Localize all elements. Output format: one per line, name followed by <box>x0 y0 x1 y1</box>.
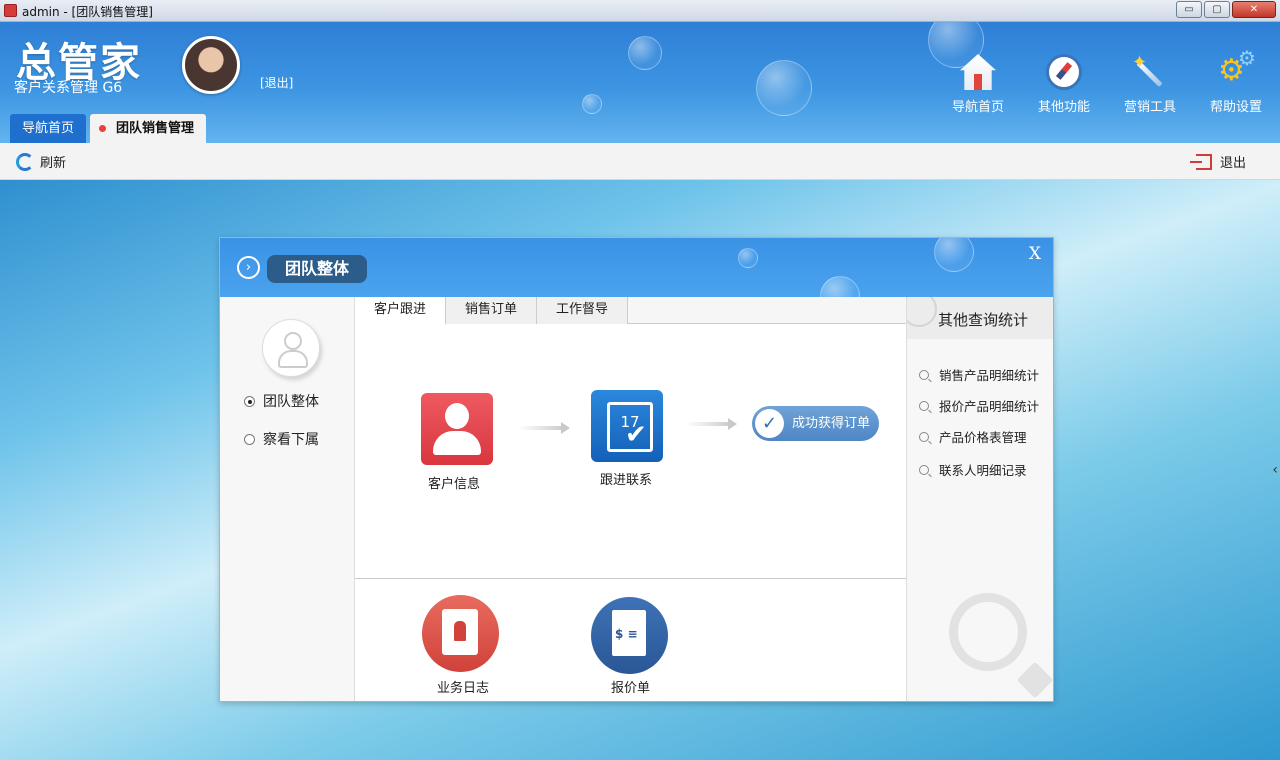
query-item-label: 产品价格表管理 <box>939 430 1027 445</box>
query-item-label: 销售产品明细统计 <box>939 368 1040 383</box>
view-selector-panel: 团队整体 察看下属 <box>220 297 355 701</box>
quotation-icon[interactable] <box>591 597 668 674</box>
quotation-label[interactable]: 报价单 <box>611 677 650 696</box>
compass-icon <box>1046 54 1082 90</box>
gear-icon <box>1218 48 1256 90</box>
user-avatar[interactable] <box>182 36 240 94</box>
nav-home-label: 导航首页 <box>951 100 1004 115</box>
arrow-right-icon <box>685 418 737 430</box>
page-tabs: 导航首页 团队销售管理 <box>10 114 207 143</box>
active-tab-dot-icon <box>99 125 107 132</box>
decorative-bubble <box>934 238 974 272</box>
refresh-label: 刷新 <box>40 156 67 171</box>
business-log-label[interactable]: 业务日志 <box>437 677 489 696</box>
magnifier-watermark-icon <box>949 593 1027 671</box>
order-success-badge[interactable]: ✓ 成功获得订单 <box>752 406 879 441</box>
customer-info-icon[interactable] <box>421 393 493 465</box>
follow-up-contact-label[interactable]: 跟进联系 <box>600 469 652 488</box>
checkmark-icon: ✓ <box>755 409 784 438</box>
dialog-close-button[interactable]: X <box>1029 244 1041 264</box>
query-item-price-list[interactable]: 产品价格表管理 <box>919 427 1027 446</box>
logout-link[interactable]: [退出] <box>260 74 293 91</box>
nav-help-settings-button[interactable]: 帮助设置 <box>1208 48 1264 115</box>
exit-label: 退出 <box>1219 156 1246 171</box>
window-title: admin - [团队销售管理] <box>22 5 153 19</box>
dialog-title: 团队整体 <box>267 255 368 283</box>
nav-other-functions-button[interactable]: 其他功能 <box>1036 54 1092 115</box>
arrow-right-icon <box>518 422 570 434</box>
refresh-button[interactable]: 刷新 <box>16 152 66 171</box>
radio-view-subordinates[interactable]: 察看下属 <box>244 429 319 449</box>
tab-work-supervision[interactable]: 工作督导 <box>537 297 629 324</box>
query-item-label: 报价产品明细统计 <box>939 399 1040 414</box>
maximize-button[interactable]: ▢ <box>1204 1 1230 18</box>
team-overview-dialog: › 团队整体 X 团队整体 察看下属 客户跟进 销售订单 工作督导 客户信息 跟… <box>219 237 1054 702</box>
search-icon <box>919 400 929 411</box>
refresh-icon <box>16 152 34 171</box>
window-titlebar: admin - [团队销售管理] ▭ ▢ ✕ <box>0 0 1280 22</box>
tab-team-sales-label: 团队销售管理 <box>116 121 195 136</box>
pencil-icon <box>907 297 937 327</box>
home-icon <box>960 54 996 90</box>
tab-sales-orders[interactable]: 销售订单 <box>446 297 538 324</box>
search-icon <box>919 369 929 380</box>
query-item-contact-records[interactable]: 联系人明细记录 <box>919 460 1027 479</box>
radio-checked-icon <box>244 395 255 407</box>
tab-customer-followup[interactable]: 客户跟进 <box>355 297 447 325</box>
query-panel-header: 其他查询统计 <box>907 297 1053 339</box>
query-item-label: 联系人明细记录 <box>939 463 1027 478</box>
business-log-icon[interactable] <box>422 595 499 672</box>
magic-wand-icon <box>1132 52 1168 90</box>
order-success-label: 成功获得订单 <box>792 416 871 431</box>
decorative-bubble <box>582 94 602 114</box>
top-navigation: 导航首页 其他功能 营销工具 帮助设置 <box>950 48 1264 115</box>
nav-marketing-tools-button[interactable]: 营销工具 <box>1122 52 1178 115</box>
exit-icon <box>1189 153 1212 170</box>
main-content-panel: 客户跟进 销售订单 工作督导 客户信息 跟进联系 ✓ 成功获得订单 业务日志 报… <box>355 297 906 701</box>
tab-team-sales[interactable]: 团队销售管理 <box>90 114 207 143</box>
customer-info-label[interactable]: 客户信息 <box>428 473 480 492</box>
nav-other-label: 其他功能 <box>1037 100 1090 115</box>
radio-team-overall-label: 团队整体 <box>263 394 319 410</box>
nav-home-button[interactable]: 导航首页 <box>950 54 1006 115</box>
magnifier-handle-decoration <box>1016 661 1053 699</box>
dialog-header: › 团队整体 X <box>220 238 1053 297</box>
query-item-sales-product-detail[interactable]: 销售产品明细统计 <box>919 365 1039 384</box>
follow-up-contact-icon[interactable] <box>591 390 663 462</box>
app-header: 总管家 客户关系管理 G6 [退出] 导航首页 其他功能 营销工具 帮助设置 导… <box>0 22 1280 143</box>
app-subtitle: 客户关系管理 G6 <box>14 80 123 96</box>
query-panel-title: 其他查询统计 <box>938 311 1029 329</box>
collapse-arrow-icon[interactable]: ‹ <box>1272 462 1278 478</box>
query-statistics-panel: 其他查询统计 销售产品明细统计 报价产品明细统计 产品价格表管理 联系人明细记录 <box>906 297 1053 701</box>
decorative-bubble <box>628 36 662 70</box>
close-button[interactable]: ✕ <box>1232 1 1276 18</box>
app-icon <box>4 4 17 17</box>
chevron-right-icon: › <box>237 256 260 279</box>
content-tabs: 客户跟进 销售订单 工作督导 <box>355 297 906 325</box>
section-divider <box>355 578 906 579</box>
nav-help-label: 帮助设置 <box>1209 100 1262 115</box>
decorative-bubble <box>820 276 860 297</box>
radio-team-overall[interactable]: 团队整体 <box>244 391 319 411</box>
search-icon <box>919 464 929 475</box>
decorative-bubble <box>738 248 758 268</box>
query-item-quote-product-detail[interactable]: 报价产品明细统计 <box>919 396 1039 415</box>
minimize-button[interactable]: ▭ <box>1176 1 1202 18</box>
user-placeholder-icon <box>262 319 320 377</box>
toolbar: 刷新 退出 <box>0 143 1280 180</box>
exit-button[interactable]: 退出 <box>1189 152 1246 171</box>
search-icon <box>919 431 929 442</box>
decorative-bubble <box>756 60 812 116</box>
nav-marketing-label: 营销工具 <box>1123 100 1176 115</box>
radio-unchecked-icon <box>244 433 255 445</box>
radio-view-subordinates-label: 察看下属 <box>263 432 319 448</box>
tab-nav-home[interactable]: 导航首页 <box>10 114 87 143</box>
